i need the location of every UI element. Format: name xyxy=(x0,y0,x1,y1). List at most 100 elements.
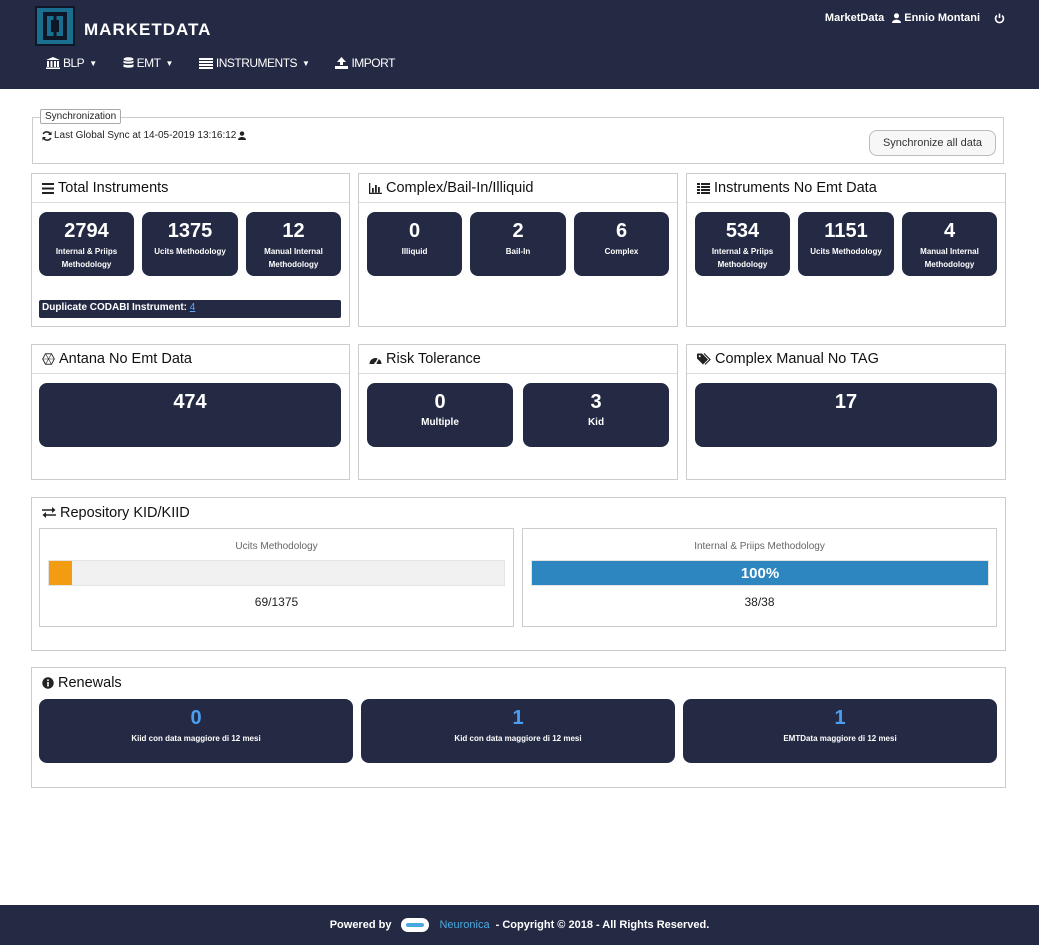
stat-tile[interactable]: 17 xyxy=(695,383,997,447)
ucits-progress-card: Ucits Methodology 69/1375 xyxy=(39,528,514,627)
panel-title: Renewals xyxy=(32,668,1005,697)
panel-title-text: Instruments No Emt Data xyxy=(714,180,877,196)
progress-track: 100% xyxy=(531,560,989,586)
user-icon xyxy=(892,13,902,23)
panel-title: Instruments No Emt Data xyxy=(687,174,1005,203)
stat-value: 1375 xyxy=(167,220,213,242)
info-icon xyxy=(42,676,54,689)
panel-title-text: Antana No Emt Data xyxy=(59,351,192,367)
stat-label: EMTData maggiore di 12 mesi xyxy=(783,734,897,743)
user-profile[interactable]: Ennio Montani xyxy=(892,12,980,24)
stat-value: 4 xyxy=(943,220,956,242)
panel-title: Antana No Emt Data xyxy=(32,345,349,374)
nav-instruments-label: INSTRUMENTS xyxy=(215,56,298,70)
stat-value: 2794 xyxy=(64,220,109,242)
stat-tile[interactable]: 474 xyxy=(39,383,341,447)
panel-title: Complex Manual No TAG xyxy=(687,345,1005,374)
stat-tile[interactable]: 3 Kid xyxy=(523,383,669,447)
table-list-icon xyxy=(697,182,710,194)
nav-emt[interactable]: EMT ▼ xyxy=(123,56,173,70)
user-menu: MarketData Ennio Montani xyxy=(825,12,1005,24)
renewal-tile[interactable]: 1 Kid con data maggiore di 12 mesi xyxy=(361,699,675,763)
stat-label: Kid xyxy=(587,417,605,428)
stat-tile[interactable]: 6 Complex xyxy=(574,212,669,276)
chevron-down-icon: ▼ xyxy=(302,58,310,68)
stat-tile[interactable]: 534 Internal & Priips Methodology xyxy=(695,212,790,276)
list-icon xyxy=(198,57,213,69)
nav-emt-label: EMT xyxy=(136,56,161,70)
dashboard-icon xyxy=(369,357,382,365)
stat-tile[interactable]: 1151 Ucits Methodology xyxy=(798,212,894,276)
nav-blp[interactable]: BLP ▼ xyxy=(46,56,97,70)
stat-value: 0 xyxy=(408,220,421,242)
stat-value: 3 xyxy=(590,391,602,413)
chevron-down-icon: ▼ xyxy=(89,58,97,68)
refresh-icon xyxy=(42,130,52,141)
stat-tile[interactable]: 0 Illiquid xyxy=(367,212,462,276)
stat-tile[interactable]: 1375 Ucits Methodology xyxy=(142,212,238,276)
power-icon xyxy=(994,13,1005,23)
stat-label: Complex xyxy=(604,247,639,256)
chevron-down-icon: ▼ xyxy=(165,58,173,68)
top-header: MARKETDATA MarketData Ennio Montani BLP … xyxy=(0,0,1039,89)
stat-value: 6 xyxy=(615,220,628,242)
nav-instruments[interactable]: INSTRUMENTS ▼ xyxy=(198,56,310,70)
exchange-icon xyxy=(42,507,56,518)
progress-caption: Ucits Methodology xyxy=(235,541,318,552)
stat-label: Kid con data maggiore di 12 mesi xyxy=(454,734,582,743)
progress-fill xyxy=(49,561,72,585)
footer-copyright: - Copyright © 2018 - All Rights Reserved… xyxy=(495,919,710,931)
progress-count: 69/1375 xyxy=(254,595,299,609)
logout-button[interactable] xyxy=(994,13,1005,24)
bank-icon xyxy=(46,57,60,69)
bars-icon xyxy=(42,182,54,194)
duplicate-codabi-bar: Duplicate CODABI Instrument: 4 xyxy=(39,300,341,318)
stat-value: 534 xyxy=(725,220,760,242)
stat-label: Illiquid xyxy=(401,247,428,256)
panel-title-text: Risk Tolerance xyxy=(386,351,481,367)
brand-title[interactable]: MARKETDATA xyxy=(84,20,211,40)
panel-title-text: Complex Manual No TAG xyxy=(715,351,879,367)
stat-tile[interactable]: 2794 Internal & Priips Methodology xyxy=(39,212,134,276)
panel-title-text: Total Instruments xyxy=(58,180,169,196)
stat-tile[interactable]: 2 Bail-In xyxy=(470,212,566,276)
panel-title: Complex/Bail-In/Illiquid xyxy=(359,174,677,203)
stat-tile[interactable]: 4 Manual Internal Methodology xyxy=(902,212,997,276)
panel-title-text: Repository KID/KIID xyxy=(60,504,190,521)
page-footer: Powered by Neuronica - Copyright © 2018 … xyxy=(0,905,1039,945)
panel-title: Risk Tolerance xyxy=(359,345,677,374)
app-link[interactable]: MarketData xyxy=(825,12,884,24)
user-name: Ennio Montani xyxy=(904,12,980,24)
user-icon xyxy=(238,131,247,140)
stat-label: Internal & Priips Methodology xyxy=(711,247,774,269)
renewal-tile[interactable]: 0 Kiid con data maggiore di 12 mesi xyxy=(39,699,353,763)
stat-label: Manual Internal Methodology xyxy=(264,247,323,269)
synchronize-all-button[interactable]: Synchronize all data xyxy=(869,130,996,156)
progress-caption: Internal & Priips Methodology xyxy=(694,541,825,552)
nav-import-label: IMPORT xyxy=(351,56,395,70)
stat-label: Ucits Methodology xyxy=(154,247,226,256)
sync-legend: Synchronization xyxy=(40,109,122,124)
stat-label: Manual Internal Methodology xyxy=(920,247,979,269)
panel-title: Repository KID/KIID xyxy=(32,498,1005,527)
neuronica-logo-icon xyxy=(401,918,430,932)
main-nav: BLP ▼ EMT ▼ INSTRUMENTS ▼ IMPORT xyxy=(46,56,395,70)
footer-brand-link[interactable]: Neuronica xyxy=(439,919,489,931)
footer-powered: Powered by xyxy=(329,919,392,931)
stat-label: Kiid con data maggiore di 12 mesi xyxy=(131,734,261,743)
progress-track xyxy=(48,560,505,586)
tags-icon xyxy=(697,353,711,365)
nav-blp-label: BLP xyxy=(63,56,85,70)
stat-tile[interactable]: 12 Manual Internal Methodology xyxy=(246,212,341,276)
stat-value: 0 xyxy=(190,707,202,729)
duplicate-codabi-link[interactable]: 4 xyxy=(190,302,196,313)
app-logo[interactable] xyxy=(35,6,75,46)
stat-value: 474 xyxy=(173,391,207,413)
renewal-tile[interactable]: 1 EMTData maggiore di 12 mesi xyxy=(683,699,997,763)
nav-import[interactable]: IMPORT xyxy=(335,56,395,70)
bar-chart-icon xyxy=(369,182,382,194)
stat-value: 1 xyxy=(512,707,524,729)
internal-progress-card: Internal & Priips Methodology 100% 38/38 xyxy=(522,528,997,627)
stat-tile[interactable]: 0 Multiple xyxy=(367,383,513,447)
stat-label: Multiple xyxy=(421,417,459,428)
